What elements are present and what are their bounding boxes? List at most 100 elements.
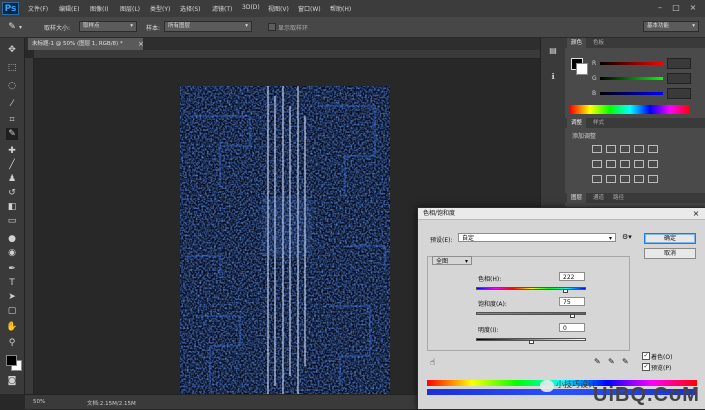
move-icon[interactable]: ✥: [6, 44, 18, 56]
brightness-icon[interactable]: [592, 145, 602, 153]
eyedropper-icon[interactable]: ✎: [6, 21, 18, 33]
invert-icon[interactable]: [592, 175, 602, 183]
close-tab-icon[interactable]: ×: [138, 40, 144, 48]
properties-panel-icon[interactable]: ℹ: [547, 72, 559, 82]
menu-view[interactable]: 视图(V): [268, 4, 289, 13]
history-brush-icon[interactable]: ↺: [6, 187, 18, 199]
saturation-input[interactable]: 75: [559, 297, 585, 306]
hue-slider-track[interactable]: [476, 287, 586, 290]
tab-layers[interactable]: 图层: [567, 193, 587, 203]
lightness-input[interactable]: 0: [559, 323, 585, 332]
stamp-icon[interactable]: ♟: [6, 173, 18, 185]
lasso-icon[interactable]: ◌: [6, 80, 18, 92]
eyedropper-tool-icon[interactable]: ✎: [6, 128, 18, 140]
eraser-icon[interactable]: ◧: [6, 201, 18, 213]
magic-wand-icon[interactable]: ⁄: [6, 98, 18, 110]
tab-styles[interactable]: 样式: [593, 118, 604, 128]
blur-icon[interactable]: ●: [6, 233, 18, 245]
channel-r-input[interactable]: [667, 58, 691, 69]
crop-icon[interactable]: ⌗: [6, 114, 18, 126]
cancel-button[interactable]: 取消: [644, 248, 696, 259]
tab-adjustments[interactable]: 调整: [567, 118, 587, 128]
close-icon[interactable]: ×: [690, 209, 702, 219]
hand-cursor-icon[interactable]: ☝: [430, 358, 435, 368]
zoom-level[interactable]: 50%: [33, 399, 45, 405]
workspace-select[interactable]: 基本功能 ▾: [643, 21, 699, 32]
options-bar: ✎ ▾ 取样大小: 取样点 ▾ 样本: 所有图层 ▾ 显示取样环 基本功能 ▾: [0, 17, 705, 38]
channel-b-input[interactable]: [667, 88, 691, 99]
preset-options-icon[interactable]: ⚙▾: [622, 233, 632, 241]
sample-select[interactable]: 所有图层 ▾: [164, 21, 252, 32]
menu-file[interactable]: 文件(F): [28, 4, 48, 13]
preview-checkbox[interactable]: ✓: [642, 363, 650, 371]
hue-input[interactable]: 222: [559, 272, 585, 281]
document-canvas[interactable]: [180, 86, 390, 396]
dodge-icon[interactable]: ◉: [6, 247, 18, 259]
zoom-icon[interactable]: ⚲: [6, 337, 18, 349]
shape-icon[interactable]: ▢: [6, 305, 18, 317]
gradient-icon[interactable]: ▭: [6, 215, 18, 227]
channel-b-slider[interactable]: [600, 92, 663, 95]
menu-layer[interactable]: 图层(L): [120, 4, 140, 13]
tab-swatches[interactable]: 色板: [593, 38, 604, 48]
gradient-map-icon[interactable]: [634, 175, 644, 183]
black-white-icon[interactable]: [620, 160, 630, 168]
levels-icon[interactable]: [606, 145, 616, 153]
channel-g-slider[interactable]: [600, 77, 663, 80]
channel-select[interactable]: 全图 ▾: [432, 256, 472, 265]
menu-image[interactable]: 图像(I): [90, 4, 108, 13]
menu-select[interactable]: 选择(S): [180, 4, 201, 13]
color-balance-icon[interactable]: [606, 160, 616, 168]
document-tab[interactable]: 未标题-1 @ 50% (图层 1, RGB/8) *: [28, 38, 143, 50]
threshold-icon[interactable]: [620, 175, 630, 183]
sample-size-select[interactable]: 取样点 ▾: [79, 21, 137, 32]
show-ring-checkbox[interactable]: [268, 23, 276, 31]
photo-filter-icon[interactable]: [634, 160, 644, 168]
posterize-icon[interactable]: [606, 175, 616, 183]
channel-value: 全图: [436, 258, 449, 265]
history-panel-icon[interactable]: ▤: [547, 46, 559, 56]
menu-help[interactable]: 帮助(H): [330, 4, 351, 13]
preset-select[interactable]: 自定 ▾: [458, 233, 616, 242]
quickmask-icon[interactable]: ◙: [6, 375, 18, 387]
lightness-slider-thumb[interactable]: [528, 340, 534, 344]
saturation-slider-thumb[interactable]: [569, 314, 575, 318]
healing-icon[interactable]: ✚: [6, 145, 18, 157]
tab-channels[interactable]: 通道: [593, 193, 604, 203]
menu-window[interactable]: 窗口(W): [298, 4, 321, 13]
hue-slider-thumb[interactable]: [562, 289, 568, 293]
curves-icon[interactable]: [620, 145, 630, 153]
eyedropper-minus-icon[interactable]: ✎: [622, 357, 629, 366]
channel-g-input[interactable]: [667, 73, 691, 84]
path-select-icon[interactable]: ➤: [6, 291, 18, 303]
eyedropper-plus-icon[interactable]: ✎: [608, 357, 615, 366]
pen-icon[interactable]: ✒: [6, 263, 18, 275]
preset-value: 自定: [462, 235, 475, 242]
menu-type[interactable]: 类型(Y): [150, 4, 170, 13]
hue-sat-icon[interactable]: [592, 160, 602, 168]
minimize-icon[interactable]: –: [655, 3, 665, 13]
menu-3d[interactable]: 3D(D): [242, 4, 260, 11]
eyedropper-icon[interactable]: ✎: [594, 357, 601, 366]
tab-paths[interactable]: 路径: [613, 193, 624, 203]
vibrance-icon[interactable]: [648, 145, 658, 153]
channel-r-slider[interactable]: [600, 62, 663, 65]
tab-color[interactable]: 颜色: [567, 38, 587, 48]
chevron-down-icon[interactable]: ▾: [19, 24, 22, 31]
type-icon[interactable]: T: [6, 277, 18, 289]
ok-button[interactable]: 确定: [644, 233, 696, 244]
background-color-swatch[interactable]: [576, 63, 588, 75]
brush-icon[interactable]: ╱: [6, 159, 18, 171]
close-icon[interactable]: ×: [688, 3, 698, 13]
menu-edit[interactable]: 编辑(E): [59, 4, 79, 13]
menu-filter[interactable]: 滤镜(T): [212, 4, 232, 13]
hand-icon[interactable]: ✋: [6, 321, 18, 333]
exposure-icon[interactable]: [634, 145, 644, 153]
maximize-icon[interactable]: □: [671, 3, 681, 13]
channel-mixer-icon[interactable]: [648, 160, 658, 168]
swatch-icon[interactable]: [6, 355, 17, 366]
color-spectrum-bar[interactable]: [570, 105, 690, 114]
marquee-icon[interactable]: ⬚: [6, 62, 18, 74]
colorize-checkbox[interactable]: ✓: [642, 352, 650, 360]
selective-color-icon[interactable]: [648, 175, 658, 183]
